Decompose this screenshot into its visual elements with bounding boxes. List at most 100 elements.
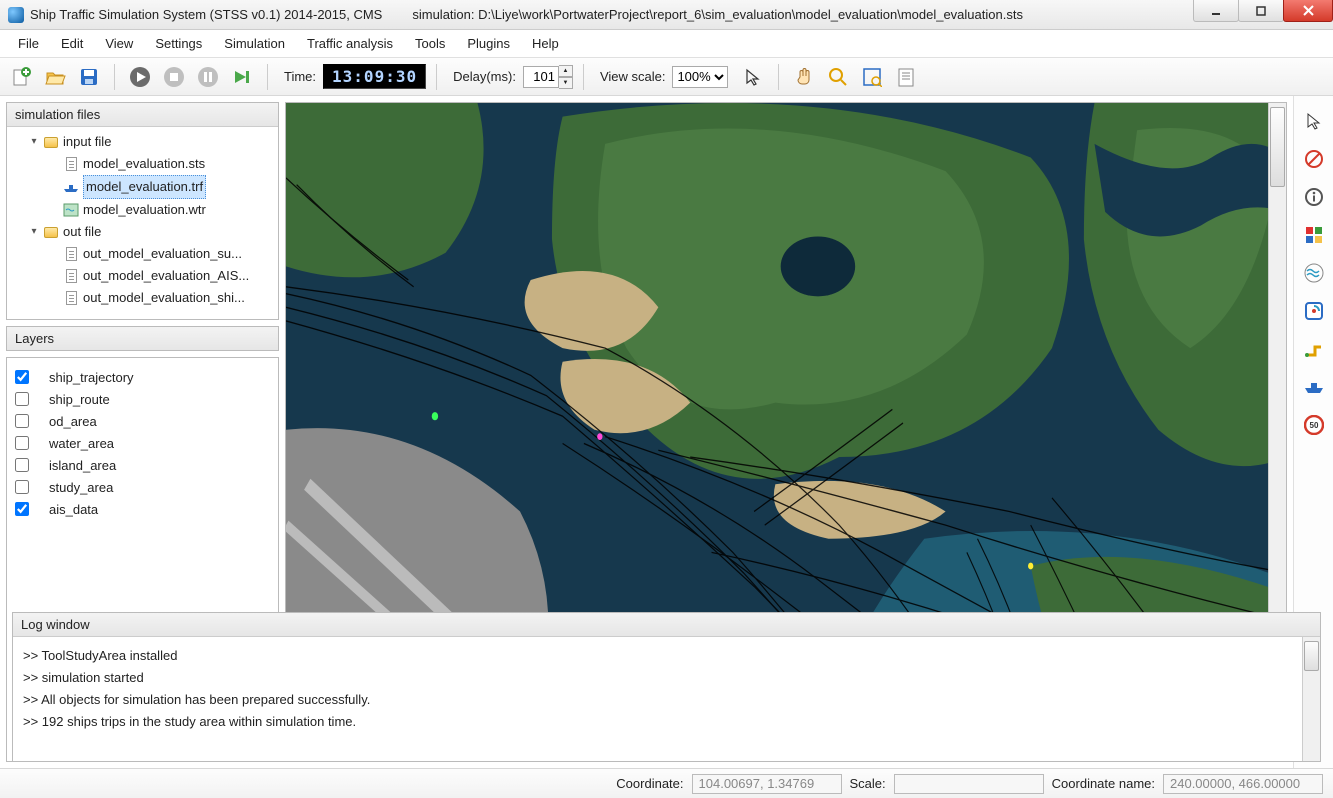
layer-label: ship_route [49,392,110,407]
speed-limit-icon[interactable]: 50 [1301,412,1327,438]
layer-checkbox[interactable] [15,502,29,516]
folder-icon [43,134,59,150]
tree-node-label: model_evaluation.sts [83,153,205,175]
coordinate-value [692,774,842,794]
tree-node[interactable]: model_evaluation.wtr [13,199,272,221]
zoom-tool-button[interactable] [823,62,853,92]
layer-label: island_area [49,458,116,473]
open-file-button[interactable] [40,62,70,92]
scale-label: View scale: [600,69,666,84]
log-line: >> 192 ships trips in the study area wit… [23,711,1310,733]
menu-settings[interactable]: Settings [145,32,212,55]
tree-node[interactable]: ▾input file [13,131,272,153]
tree-node-label: model_evaluation.trf [83,175,206,199]
layer-row[interactable]: water_area [15,432,270,454]
layers-header: Layers [6,326,279,351]
delay-down[interactable]: ▼ [559,77,573,89]
save-button[interactable] [74,62,104,92]
tree-node[interactable]: model_evaluation.sts [13,153,272,175]
step-forward-button[interactable] [227,62,257,92]
zoom-extent-button[interactable] [857,62,887,92]
delay-up[interactable]: ▲ [559,65,573,77]
view-scale-select[interactable]: 100% [672,66,728,88]
layer-row[interactable]: ship_route [15,388,270,410]
tree-node[interactable]: out_model_evaluation_shi... [13,287,272,309]
time-label: Time: [284,69,316,84]
layer-checkbox[interactable] [15,436,29,450]
menu-help[interactable]: Help [522,32,569,55]
tree-node[interactable]: ▾out file [13,221,272,243]
menu-view[interactable]: View [95,32,143,55]
vscroll-thumb[interactable] [1270,107,1285,187]
close-button[interactable] [1283,0,1333,22]
play-button[interactable] [125,62,155,92]
maximize-button[interactable] [1238,0,1284,22]
tree-node-label: out file [63,221,101,243]
tree-node[interactable]: out_model_evaluation_AIS... [13,265,272,287]
layer-label: study_area [49,480,113,495]
tree-node[interactable]: model_evaluation.trf [13,175,272,199]
layer-row[interactable]: od_area [15,410,270,432]
layer-checkbox[interactable] [15,370,29,384]
layer-checkbox[interactable] [15,480,29,494]
waves-icon[interactable] [1301,260,1327,286]
menu-edit[interactable]: Edit [51,32,93,55]
pan-tool-button[interactable] [789,62,819,92]
minimize-button[interactable] [1193,0,1239,22]
menu-traffic-analysis[interactable]: Traffic analysis [297,32,403,55]
forbidden-icon[interactable] [1301,146,1327,172]
coordinate-name-label: Coordinate name: [1052,776,1155,791]
new-file-button[interactable] [6,62,36,92]
simulation-files-panel: simulation files ▾input filemodel_evalua… [6,102,279,320]
pause-button[interactable] [193,62,223,92]
tree-node-label: out_model_evaluation_su... [83,243,242,265]
info-icon[interactable] [1301,184,1327,210]
select-tool-icon[interactable] [1301,108,1327,134]
menu-plugins[interactable]: Plugins [457,32,520,55]
target-icon[interactable] [1301,298,1327,324]
layer-label: ship_trajectory [49,370,134,385]
menu-tools[interactable]: Tools [405,32,455,55]
svg-text:50: 50 [1309,421,1318,430]
layer-checkbox[interactable] [15,414,29,428]
menubar: File Edit View Settings Simulation Traff… [0,30,1333,58]
pointer-tool-button[interactable] [738,62,768,92]
layer-row[interactable]: study_area [15,476,270,498]
tree-node[interactable]: out_model_evaluation_su... [13,243,272,265]
menu-simulation[interactable]: Simulation [214,32,295,55]
log-vertical-scrollbar[interactable] [1302,637,1320,761]
tree-node-label: out_model_evaluation_shi... [83,287,245,309]
coordinate-name-value [1163,774,1323,794]
wtr-icon [63,202,79,218]
document-button[interactable] [891,62,921,92]
delay-input[interactable] [523,66,559,88]
layer-label: water_area [49,436,114,451]
layers-list[interactable]: ship_trajectory ship_route od_area water_ar… [7,358,278,528]
file-icon [63,246,79,262]
log-line: >> All objects for simulation has been p… [23,689,1310,711]
layer-checkbox[interactable] [15,392,29,406]
simulation-path: simulation: D:\Liye\work\PortwaterProjec… [412,7,1023,22]
layer-row[interactable]: ais_data [15,498,270,520]
status-bar: Coordinate: Scale: Coordinate name: [0,768,1333,798]
menu-file[interactable]: File [8,32,49,55]
log-line: >> simulation started [23,667,1310,689]
coordinate-label: Coordinate: [616,776,683,791]
ship-icon[interactable] [1301,374,1327,400]
route-icon[interactable] [1301,336,1327,362]
stop-button[interactable] [159,62,189,92]
tree-node-label: out_model_evaluation_AIS... [83,265,249,287]
color-grid-icon[interactable] [1301,222,1327,248]
log-body[interactable]: >> ToolStudyArea installed>> simulation … [13,637,1320,761]
file-icon [63,268,79,284]
delay-label: Delay(ms): [453,69,516,84]
time-display: 13:09:30 [323,64,426,89]
simulation-files-tree[interactable]: ▾input filemodel_evaluation.stsmodel_eva… [7,127,278,313]
layer-checkbox[interactable] [15,458,29,472]
layer-row[interactable]: ship_trajectory [15,366,270,388]
scale-status-label: Scale: [850,776,886,791]
log-vscroll-thumb[interactable] [1304,641,1319,671]
simulation-files-header: simulation files [7,103,278,127]
layer-row[interactable]: island_area [15,454,270,476]
delay-spinner[interactable]: ▲▼ [523,65,573,89]
